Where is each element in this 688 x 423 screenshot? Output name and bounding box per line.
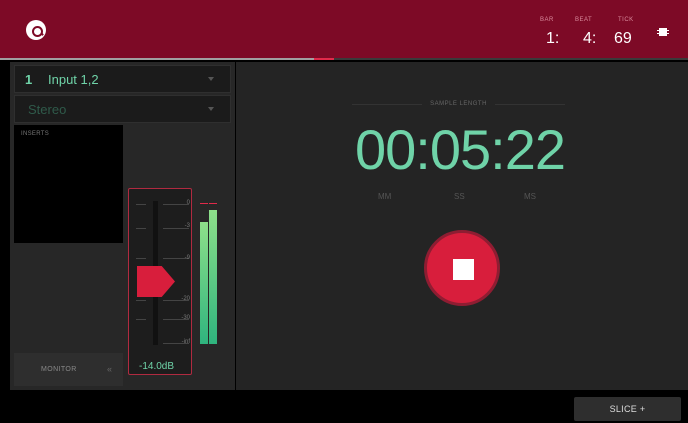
fader-scale-label: 0 — [186, 200, 190, 206]
inserts-label: INSERTS — [21, 131, 49, 137]
bar-value: 1: — [546, 30, 560, 47]
cpu-chip-icon[interactable] — [657, 28, 669, 36]
slice-button-label: SLICE + — [609, 404, 646, 414]
tick-label: TICK — [618, 17, 634, 23]
tick-value: 69 — [614, 30, 632, 47]
monitor-label: MONITOR — [41, 366, 77, 373]
sample-length-area — [236, 62, 688, 390]
fader-scale-label: -3 — [184, 223, 190, 229]
monitor-button[interactable]: MONITOR « — [14, 353, 123, 386]
fader-db-readout: -14.0dB — [139, 361, 175, 372]
bar-label: BAR — [540, 17, 554, 23]
input-mode-dropdown[interactable]: Stereo — [14, 95, 231, 123]
top-bar: BAR 1: BEAT 4: TICK 69 — [0, 0, 688, 58]
input-mode-value: Stereo — [28, 102, 67, 117]
chevron-left-icon: « — [107, 364, 113, 374]
input-source-dropdown[interactable]: 1 Input 1,2 — [14, 65, 231, 93]
meter-peak-right — [209, 203, 217, 204]
sample-length-timer: 00:05:22 — [355, 118, 566, 181]
chevron-down-icon — [208, 77, 214, 81]
sample-length-label: SAMPLE LENGTH — [430, 101, 487, 107]
fader-tick — [136, 258, 146, 259]
progress-fill — [0, 58, 314, 60]
fader-scale-label: -30 — [181, 315, 190, 321]
unit-milliseconds: MS — [524, 192, 536, 201]
fader-tick — [136, 300, 146, 301]
fader-scale-label: -9 — [184, 255, 190, 261]
inserts-panel[interactable]: INSERTS — [14, 125, 123, 243]
fader-tick — [136, 228, 146, 229]
slice-button[interactable]: SLICE + — [574, 397, 681, 421]
stop-record-button[interactable] — [424, 230, 500, 306]
record-disc-icon[interactable] — [26, 20, 46, 40]
level-meter-left — [200, 222, 208, 344]
progress-bar — [0, 58, 688, 60]
unit-minutes: MM — [378, 192, 392, 201]
level-meter-right — [209, 210, 217, 344]
fader-scale-label: -inf — [181, 339, 190, 345]
stop-square-icon — [453, 259, 474, 280]
progress-accent — [314, 58, 334, 60]
track-number: 1 — [25, 72, 33, 87]
fader-scale-label: -20 — [181, 296, 190, 302]
beat-label: BEAT — [575, 17, 593, 23]
chevron-down-icon — [208, 107, 214, 111]
meter-peak-left — [200, 203, 208, 204]
unit-seconds: SS — [454, 192, 465, 201]
fader-tick — [136, 204, 146, 205]
fader-tick — [136, 319, 146, 320]
input-source-value: Input 1,2 — [48, 72, 99, 87]
beat-value: 4: — [583, 30, 597, 47]
